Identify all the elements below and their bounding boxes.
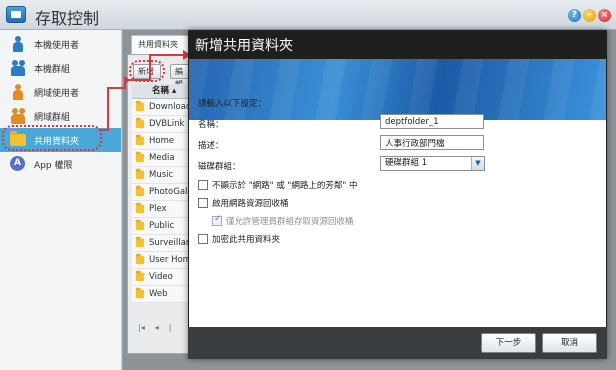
description-input[interactable] — [380, 135, 484, 150]
hide-network-checkbox[interactable] — [198, 180, 208, 190]
chevron-down-icon: ▼ — [471, 157, 484, 170]
volume-label: 磁碟群組： — [198, 162, 241, 172]
description-label: 描述： — [198, 141, 224, 151]
encrypt-label: 加密此共用資料夾 — [212, 235, 281, 245]
admin-only-checkbox — [212, 214, 222, 226]
volume-select[interactable]: 硬碟群組 1 ▼ — [380, 156, 485, 171]
encrypt-checkbox[interactable] — [198, 234, 208, 244]
cancel-button[interactable]: 取消 — [542, 333, 597, 353]
name-label: 名稱： — [198, 120, 224, 130]
hide-network-label: 不顯示於 "網路" 或 "網路上的芳鄰" 中 — [212, 181, 358, 191]
admin-only-label: 僅允許管理員群組存取資源回收桶 — [226, 217, 354, 227]
new-shared-folder-dialog: 新增共用資料夾 — [188, 30, 607, 359]
dialog-header: 新增共用資料夾 — [189, 31, 606, 59]
option-encrypt[interactable]: 加密此共用資料夾 — [198, 233, 280, 245]
next-button[interactable]: 下一步 — [481, 333, 536, 353]
option-recycle-bin[interactable]: 啟用網路資源回收桶 — [198, 197, 289, 209]
recycle-bin-label: 啟用網路資源回收桶 — [212, 199, 289, 209]
option-hide-network[interactable]: 不顯示於 "網路" 或 "網路上的芳鄰" 中 — [198, 179, 357, 191]
volume-selected-value: 硬碟群組 1 — [385, 158, 428, 168]
folder-name-input[interactable] — [380, 114, 484, 129]
dialog-title: 新增共用資料夾 — [195, 38, 293, 54]
dialog-banner — [189, 59, 606, 120]
recycle-bin-checkbox[interactable] — [198, 198, 208, 208]
option-admin-only: 僅允許管理員群組存取資源回收桶 — [212, 214, 354, 227]
dialog-intro-text: 請輸入以下設定： — [198, 99, 267, 109]
